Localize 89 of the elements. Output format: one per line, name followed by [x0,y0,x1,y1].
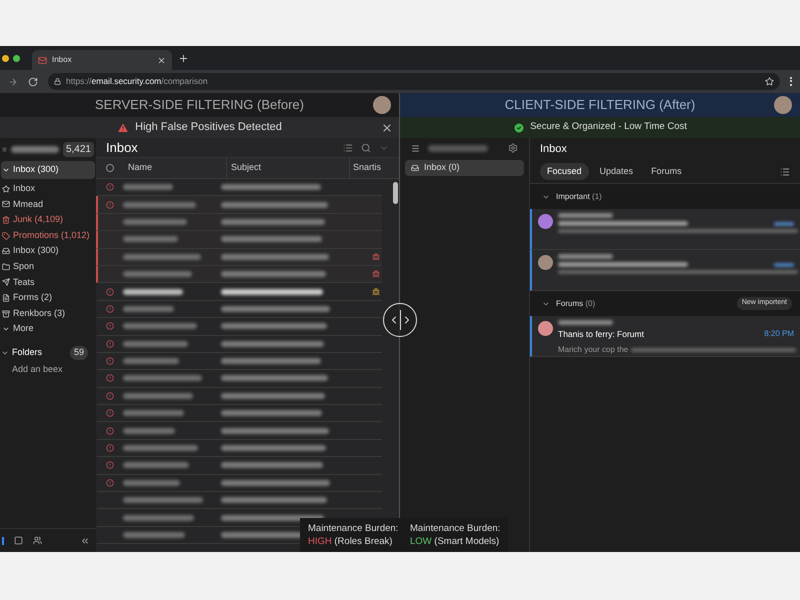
add-inbox-link[interactable]: Add an beex [0,362,96,376]
sidebar-item[interactable]: Renkbors (3) [1,306,95,322]
people-icon[interactable] [33,536,42,545]
blurred-text [123,218,187,225]
new-tab-icon[interactable] [178,52,189,64]
browser-tab[interactable]: Inbox [32,50,172,70]
search-icon[interactable] [361,142,371,152]
close-icon[interactable] [157,56,166,64]
tab[interactable]: Forums [644,162,689,180]
email-card[interactable] [530,250,800,291]
sidebar-item[interactable]: Spon [1,258,95,275]
list-title: Inbox [540,142,567,157]
blurred-text [123,236,178,242]
forward-icon[interactable] [8,76,18,86]
blurred-text [123,271,192,278]
unread-count: 5,421 [62,142,94,156]
note-label: Maintenance Burden: [308,522,398,535]
blurred-text [558,213,613,218]
blurred-text [123,306,174,312]
inbox-icon [411,164,419,172]
blurred-text [123,184,173,190]
column-header[interactable]: Subject [231,161,262,175]
section-title: Forums (0) [556,298,596,310]
blurred-text [123,358,179,364]
blurred-text [123,288,183,295]
settings-icon[interactable] [508,143,518,153]
scrollbar[interactable] [393,182,398,204]
blurred-text [774,262,794,266]
pane-title: SERVER-SIDE FILTERING (Before) [94,96,304,114]
close-icon[interactable] [381,122,393,134]
sidebar-item[interactable]: More [1,321,95,337]
email-time: 8:20 PM [764,328,794,340]
section-title: Important (1) [556,190,602,202]
mail-icon [38,56,47,64]
sidebar-item[interactable]: Junk (4,109) [1,212,95,228]
email-preview: Marich your cop the [558,344,628,356]
email-subject: Thanis to ferry: Forumt [558,328,644,341]
blurred-text [558,320,613,325]
folders-label: Folders [12,346,42,360]
note-value: HIGH (Roles Break) [308,535,394,548]
sidebar-item[interactable]: Inbox (300) [1,161,95,179]
avatar[interactable] [373,96,391,114]
blurred-text [428,144,488,152]
tab-indicator [2,536,4,544]
sidebar-item[interactable]: Promotions (1,012) [1,228,95,244]
blurred-text [123,480,180,486]
banner-text: High False Positives Detected [135,120,282,136]
blurred-text [10,146,59,152]
list-icon[interactable] [343,142,353,152]
pane-title: CLIENT-SIDE FILTERING (After) [504,96,696,114]
email-card[interactable]: Thanis to ferry: Forumt 8:20 PM Marich your cop the [530,316,800,357]
blurred-text [123,428,175,434]
column-header[interactable]: Name [128,161,152,175]
list-title: Inbox [106,138,138,157]
blurred-text [123,532,185,538]
url-text: https://email.security.com/comparison [66,75,208,88]
note-value: LOW (Smart Models) [410,535,500,548]
blurred-text [123,462,189,468]
folders-count: 59 [70,346,88,360]
tab[interactable]: Updates [592,162,640,180]
menu-icon[interactable] [411,144,420,152]
blurred-text [774,222,794,226]
blurred-text [123,514,194,521]
warning-icon [117,122,130,134]
sidebar-item[interactable]: Inbox [1,181,95,197]
avatar [538,255,553,270]
check-icon [513,122,526,134]
sidebar-item[interactable]: Forms (2) [1,290,95,306]
sidebar-item[interactable]: Inbox (300) [1,243,95,259]
bookmark-icon[interactable] [765,77,774,86]
sidebar-item[interactable]: Teats [1,274,95,290]
avatar[interactable] [774,96,792,114]
column-header[interactable]: Snartis [350,161,382,175]
lock-icon [54,78,61,85]
address-bar[interactable]: https://email.security.com/comparison [48,73,780,90]
banner-text: Secure & Organized - Low Time Cost [530,120,687,134]
collapse-icon[interactable] [80,536,90,546]
tab[interactable]: Focused [540,162,589,180]
blurred-text [123,392,193,399]
filter-icon[interactable] [780,166,790,176]
sidebar-item[interactable]: Inbox (0) [405,160,524,176]
checkbox[interactable] [106,164,114,172]
note-label: Maintenance Burden: [410,522,500,535]
blurred-text [123,340,188,347]
blurred-text [123,410,184,416]
reload-icon[interactable] [28,76,38,86]
email-card[interactable] [530,209,800,250]
sidebar-item[interactable]: Mmead [1,196,95,212]
blurred-text [558,254,613,259]
